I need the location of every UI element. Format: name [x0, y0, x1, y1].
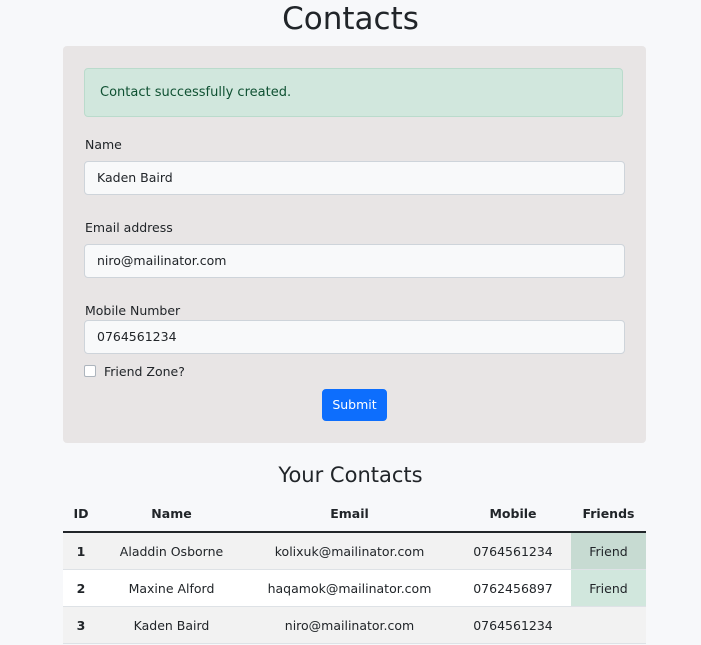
email-label: Email address	[85, 220, 173, 235]
cell-name: Aladdin Osborne	[99, 532, 244, 570]
contacts-table: ID Name Email Mobile Friends 1 Aladdin O…	[63, 496, 646, 644]
cell-mobile: 0764561234	[455, 606, 571, 644]
header-friends: Friends	[571, 496, 646, 533]
contact-form: Contact successfully created. Name Kaden…	[63, 46, 646, 443]
table-row: 1 Aladdin Osborne kolixuk@mailinator.com…	[63, 532, 646, 570]
success-alert: Contact successfully created.	[84, 68, 623, 117]
header-name: Name	[99, 496, 244, 533]
cell-friend	[571, 606, 646, 644]
mobile-label: Mobile Number	[85, 303, 181, 318]
name-label: Name	[85, 137, 122, 152]
email-input[interactable]: niro@mailinator.com	[84, 244, 625, 278]
cell-name: Kaden Baird	[99, 606, 244, 644]
header-email: Email	[244, 496, 455, 533]
cell-email: kolixuk@mailinator.com	[244, 532, 455, 570]
header-mobile: Mobile	[455, 496, 571, 533]
cell-friend: Friend	[571, 532, 646, 570]
table-row: 3 Kaden Baird niro@mailinator.com 076456…	[63, 606, 646, 644]
header-id: ID	[63, 496, 99, 533]
cell-id: 1	[63, 532, 99, 570]
friend-zone-row: Friend Zone?	[84, 363, 185, 379]
contacts-section-title: Your Contacts	[278, 463, 423, 487]
table-row: 2 Maxine Alford haqamok@mailinator.com 0…	[63, 569, 646, 607]
cell-friend: Friend	[571, 569, 646, 607]
name-input[interactable]: Kaden Baird	[84, 161, 625, 195]
cell-id: 2	[63, 569, 99, 607]
cell-name: Maxine Alford	[99, 569, 244, 607]
table-header-row: ID Name Email Mobile Friends	[63, 496, 646, 533]
cell-mobile: 0762456897	[455, 569, 571, 607]
cell-email: niro@mailinator.com	[244, 606, 455, 644]
cell-id: 3	[63, 606, 99, 644]
friend-zone-checkbox[interactable]	[84, 365, 96, 377]
page-title: Contacts	[282, 1, 419, 37]
friend-zone-label: Friend Zone?	[104, 363, 185, 379]
cell-mobile: 0764561234	[455, 532, 571, 570]
mobile-input[interactable]: 0764561234	[84, 320, 625, 354]
cell-email: haqamok@mailinator.com	[244, 569, 455, 607]
submit-button[interactable]: Submit	[322, 389, 387, 421]
